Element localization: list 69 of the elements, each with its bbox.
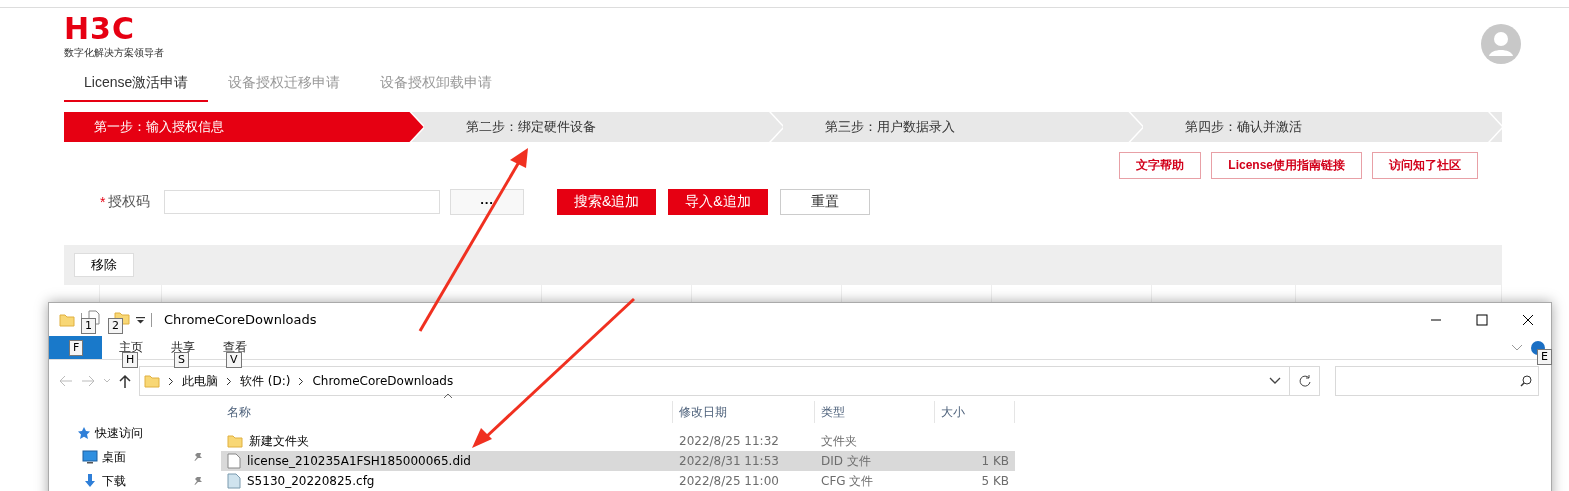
file-row[interactable]: S5130_20220825.cfg 2022/8/25 11:00 CFG 文件 5 KB [221, 471, 1015, 491]
action-button[interactable]: 搜索&追加 [557, 189, 657, 215]
file-size: 5 KB [980, 474, 1010, 488]
file-date: 2022/8/25 11:32 [678, 434, 780, 448]
nav-item[interactable]: 快速访问 [49, 421, 211, 445]
breadcrumb[interactable]: 软件 (D:) [240, 372, 291, 390]
close-icon[interactable] [1522, 313, 1534, 326]
key-tip: F [69, 340, 84, 356]
folder-icon [59, 312, 75, 327]
file-date: 2022/8/31 11:53 [678, 454, 780, 468]
logo: H3C [64, 14, 136, 44]
file-name: license_210235A1FSH185000065.did [247, 454, 471, 468]
maximize-icon[interactable] [1476, 313, 1488, 326]
remove-button[interactable]: 移除 [74, 253, 134, 277]
address-field[interactable]: 此电脑 软件 (D:) ChromeCoreDownloads [139, 366, 1290, 396]
folder-icon [227, 434, 243, 448]
chevron-right-icon[interactable] [168, 376, 174, 386]
help-link[interactable]: License使用指南链接 [1211, 152, 1362, 179]
star-icon [77, 426, 91, 440]
breadcrumb[interactable]: ChromeCoreDownloads [312, 374, 454, 388]
file-type: DID 文件 [820, 452, 872, 470]
nav-item[interactable]: 下载 [49, 469, 211, 491]
chevron-right-icon[interactable] [226, 376, 232, 386]
key-tip: 1 [81, 318, 96, 334]
refresh-button[interactable] [1290, 366, 1320, 396]
step: 第一步：输入授权信息 [64, 112, 424, 142]
file-type: CFG 文件 [820, 472, 875, 490]
file-name: 新建文件夹 [249, 432, 309, 450]
file-date: 2022/8/25 11:00 [678, 474, 780, 488]
chevron-down-icon[interactable] [1269, 377, 1281, 385]
license-code-field[interactable] [164, 190, 440, 214]
file-row[interactable]: license_210235A1FSH185000065.did 2022/8/31 11:53 DID 文件 1 KB [221, 451, 1015, 471]
column-header[interactable]: 名称 [221, 401, 673, 423]
action-button[interactable]: 重置 [779, 189, 870, 215]
file-row[interactable]: 新建文件夹 2022/8/25 11:32 文件夹 [221, 431, 1015, 451]
nav-item[interactable]: 桌面 [49, 445, 211, 469]
config-file-icon [227, 473, 241, 489]
tab[interactable]: License激活申请 [64, 66, 209, 102]
help-link[interactable]: 文字帮助 [1119, 152, 1202, 179]
logo-slogan: 数字化解决方案领导者 [64, 46, 164, 60]
action-button[interactable]: 导入&追加 [668, 189, 768, 215]
field-label: 授权码 [108, 193, 151, 211]
required-mark: * [100, 194, 106, 210]
dropdown-icon[interactable] [136, 315, 145, 324]
breadcrumb[interactable]: 此电脑 [182, 372, 218, 390]
key-tip: H [122, 352, 139, 368]
file-size: 1 KB [980, 454, 1010, 468]
up-icon[interactable] [119, 374, 131, 388]
chevron-right-icon[interactable] [298, 376, 305, 386]
key-tip: 2 [108, 318, 123, 334]
sort-icon[interactable] [443, 393, 453, 399]
key-tip: V [226, 352, 242, 368]
key-tip: S [174, 352, 189, 368]
more-button[interactable]: ··· [450, 189, 524, 215]
refresh-icon [1297, 374, 1312, 388]
column-header[interactable]: 类型 [815, 401, 935, 423]
column-header[interactable]: 大小 [935, 401, 1015, 423]
search-field[interactable] [1335, 366, 1539, 396]
desktop-icon [82, 450, 98, 464]
help-link[interactable]: 访问知了社区 [1372, 152, 1478, 179]
file-icon [227, 453, 241, 469]
file-type: 文件夹 [820, 432, 858, 450]
search-icon [1520, 375, 1532, 387]
column-header[interactable]: 修改日期 [673, 401, 815, 423]
file-name: S5130_20220825.cfg [247, 474, 375, 488]
key-tip: E [1537, 348, 1552, 365]
download-icon [82, 473, 98, 489]
folder-icon [144, 374, 160, 388]
window-title: ChromeCoreDownloads [164, 312, 317, 327]
